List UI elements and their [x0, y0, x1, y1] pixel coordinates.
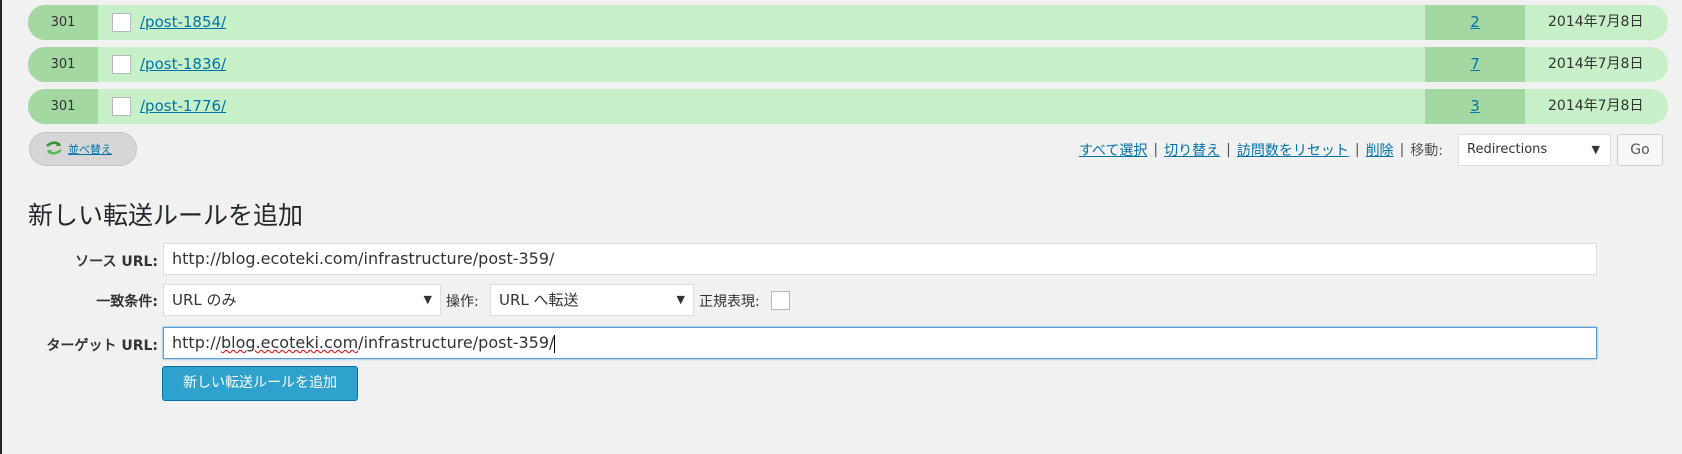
row-checkbox[interactable] — [112, 97, 131, 116]
regex-label: 正規表現: — [699, 294, 760, 310]
action-label: 操作: — [446, 294, 479, 310]
separator: | — [1399, 142, 1405, 158]
move-group-value: Redirections — [1467, 142, 1548, 157]
hits-cell: 3 — [1425, 89, 1525, 124]
dropdown-arrow-icon: ▼ — [676, 293, 685, 306]
select-all-link[interactable]: すべて選択 — [1079, 140, 1147, 160]
redirect-url-link[interactable]: /post-1836/ — [140, 47, 226, 82]
target-url-misspelled: blog.ecoteki.com — [221, 333, 359, 352]
text-caret — [554, 334, 556, 353]
target-url-input[interactable]: http://blog.ecoteki.com/infrastructure/p… — [163, 327, 1597, 359]
add-rule-title: 新しい転送ルールを追加 — [28, 201, 304, 230]
hits-link[interactable]: 2 — [1470, 13, 1480, 31]
bulk-actions: すべて選択 | 切り替え | 訪問数をリセット | 削除 | 移動: — [1079, 140, 1443, 160]
match-condition-value: URL のみ — [172, 291, 237, 309]
hits-cell: 2 — [1425, 5, 1525, 40]
add-rule-button[interactable]: 新しい転送ルールを追加 — [162, 366, 358, 401]
delete-link[interactable]: 削除 — [1366, 140, 1394, 160]
sort-button[interactable]: 並べ替え — [29, 132, 137, 166]
go-button[interactable]: Go — [1617, 134, 1663, 166]
redirect-row: 301 /post-1854/ 2 2014年7月8日 — [28, 5, 1668, 40]
redirect-date: 2014年7月8日 — [1548, 98, 1644, 114]
redirect-code: 301 — [28, 5, 98, 40]
redirect-url-link[interactable]: /post-1776/ — [140, 89, 226, 124]
row-checkbox[interactable] — [112, 55, 131, 74]
target-url-suffix: /infrastructure/post-359/ — [358, 333, 555, 352]
action-value: URL へ転送 — [499, 291, 579, 309]
dropdown-arrow-icon: ▼ — [423, 293, 432, 306]
redirect-url-link[interactable]: /post-1854/ — [140, 5, 226, 40]
row-checkbox[interactable] — [112, 13, 131, 32]
move-group-select[interactable]: Redirections ▼ — [1458, 134, 1611, 166]
source-url-value: http://blog.ecoteki.com/infrastructure/p… — [172, 249, 555, 268]
match-condition-select[interactable]: URL のみ ▼ — [163, 284, 441, 316]
redirect-date: 2014年7月8日 — [1548, 14, 1644, 30]
source-url-input[interactable]: http://blog.ecoteki.com/infrastructure/p… — [163, 243, 1597, 275]
admin-sidebar-edge — [0, 0, 2, 454]
separator: | — [1153, 142, 1159, 158]
hits-link[interactable]: 7 — [1470, 55, 1480, 73]
hits-cell: 7 — [1425, 47, 1525, 82]
redirect-row: 301 /post-1776/ 3 2014年7月8日 — [28, 89, 1668, 124]
redirect-code: 301 — [28, 89, 98, 124]
toggle-link[interactable]: 切り替え — [1164, 140, 1220, 160]
reset-hits-link[interactable]: 訪問数をリセット — [1237, 140, 1349, 160]
redirect-code: 301 — [28, 47, 98, 82]
sort-button-label: 並べ替え — [68, 143, 112, 156]
separator: | — [1354, 142, 1360, 158]
redirect-date: 2014年7月8日 — [1548, 56, 1644, 72]
action-select[interactable]: URL へ転送 ▼ — [490, 284, 694, 316]
match-condition-label: 一致条件: — [96, 294, 158, 310]
regex-checkbox[interactable] — [771, 291, 790, 310]
target-url-prefix: http:// — [172, 333, 222, 352]
separator: | — [1226, 142, 1231, 158]
target-url-label: ターゲット URL: — [46, 338, 158, 354]
hits-link[interactable]: 3 — [1470, 97, 1480, 115]
reorder-icon — [44, 140, 64, 159]
dropdown-arrow-icon: ▼ — [1591, 143, 1600, 156]
redirect-row: 301 /post-1836/ 7 2014年7月8日 — [28, 47, 1668, 82]
source-url-label: ソース URL: — [75, 254, 158, 270]
move-label: 移動: — [1410, 143, 1443, 159]
